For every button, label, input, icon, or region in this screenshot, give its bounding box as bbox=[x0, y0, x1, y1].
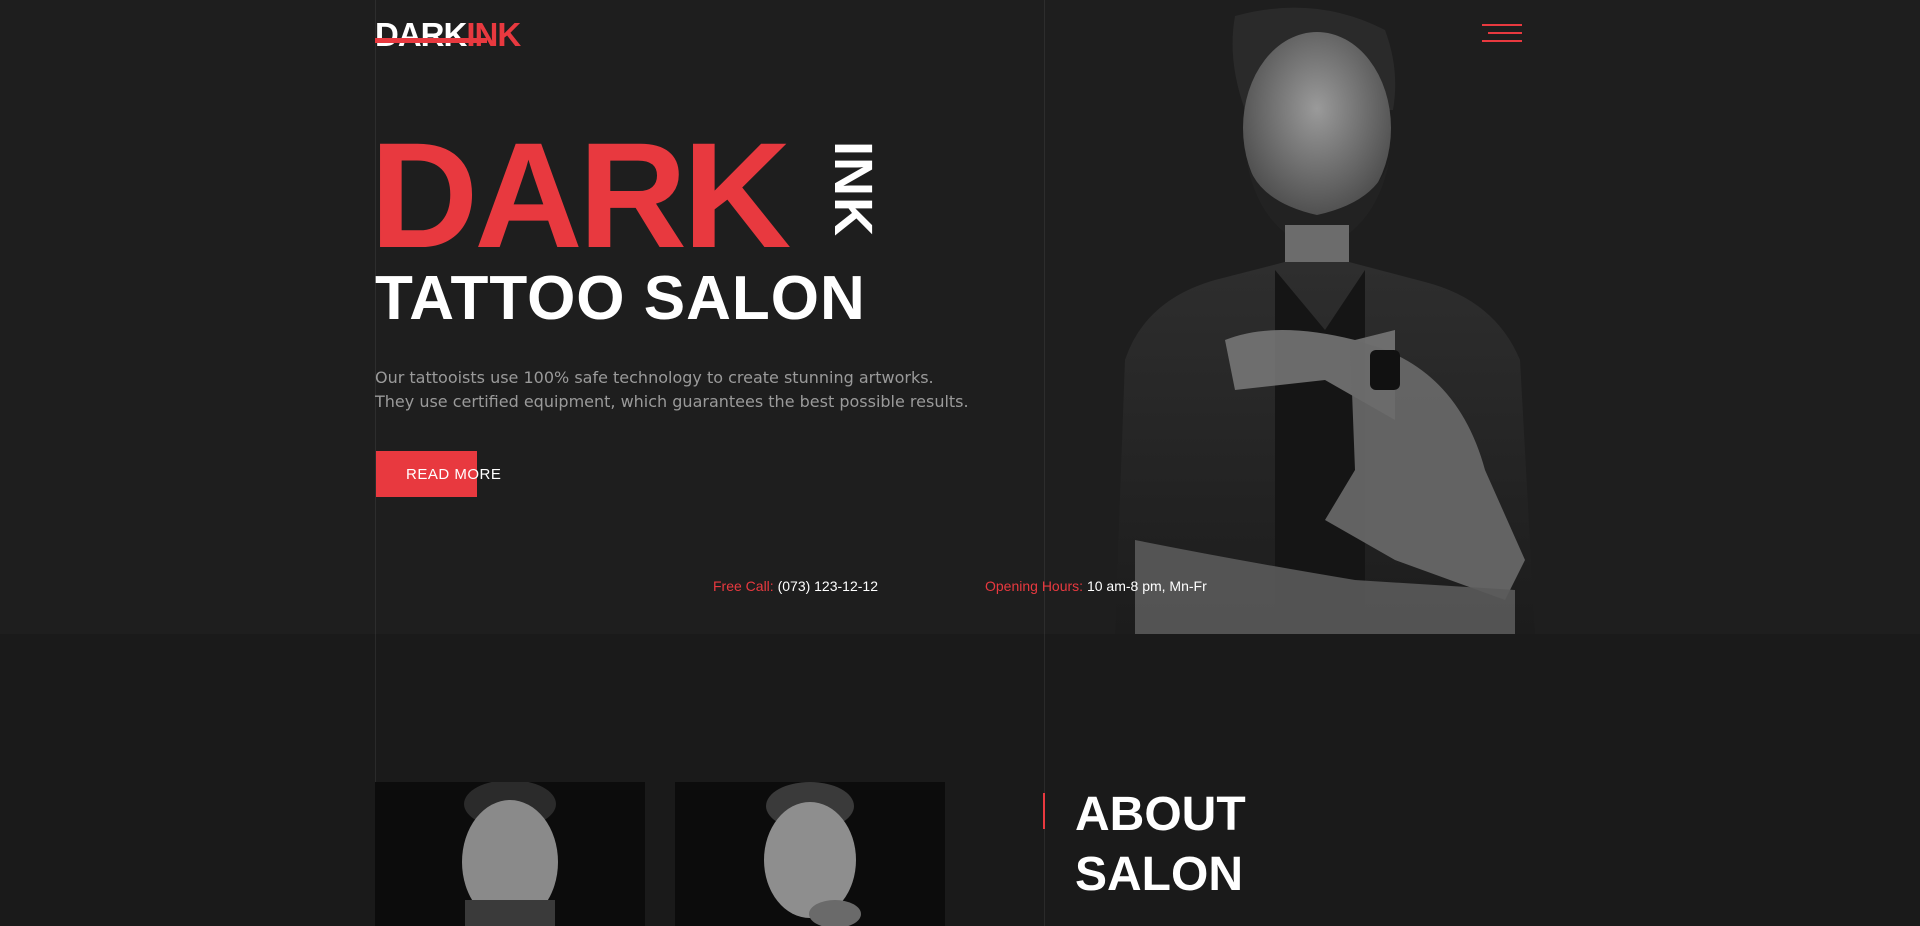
logo-text-ink: INK bbox=[466, 16, 521, 53]
hero-section bbox=[0, 0, 1920, 634]
about-title-line2: SALON bbox=[1075, 848, 1243, 901]
hero-title-dark: DARK bbox=[370, 111, 791, 279]
about-section bbox=[0, 634, 1920, 926]
opening-hours-info: Opening Hours: 10 am-8 pm, Mn-Fr bbox=[985, 578, 1207, 594]
logo-text-dark: DARK bbox=[375, 16, 467, 53]
hero-title-ink: INK bbox=[823, 141, 883, 237]
hero-subtitle: TATTOO SALON bbox=[375, 264, 866, 333]
hero-description-line: They use certified equipment, which guar… bbox=[375, 392, 969, 411]
free-call-label: Free Call: bbox=[713, 578, 774, 594]
team-member-photo-1[interactable] bbox=[375, 782, 645, 926]
opening-hours-value: 10 am-8 pm, Mn-Fr bbox=[1086, 578, 1207, 594]
read-more-label: READ MORE bbox=[406, 466, 502, 483]
team-member-photo-2[interactable] bbox=[675, 782, 945, 926]
hero-description-line: Our tattooists use 100% safe technology … bbox=[375, 368, 934, 387]
site-logo[interactable]: DARKINK bbox=[375, 16, 521, 53]
about-accent-bar bbox=[1043, 793, 1045, 829]
hero-description: Our tattooists use 100% safe technology … bbox=[375, 366, 975, 414]
hero-tattoo-artist-photo bbox=[1115, 7, 1535, 634]
opening-hours-label: Opening Hours: bbox=[985, 578, 1084, 594]
team-member-1-image bbox=[375, 782, 645, 926]
hero-title-ink-vertical: INK bbox=[823, 134, 883, 244]
team-member-2-image bbox=[675, 782, 945, 926]
menu-bar bbox=[1488, 32, 1522, 34]
hamburger-menu-icon[interactable] bbox=[1482, 24, 1522, 46]
menu-bar bbox=[1482, 24, 1522, 26]
about-title: ABOUT SALON bbox=[1075, 785, 1246, 905]
menu-bar bbox=[1482, 40, 1522, 42]
grid-line bbox=[1044, 0, 1045, 926]
free-call-number[interactable]: (073) 123-12-12 bbox=[778, 578, 878, 594]
free-call-info: Free Call: (073) 123-12-12 bbox=[713, 578, 878, 594]
about-title-line1: ABOUT bbox=[1075, 788, 1246, 841]
logo-slash bbox=[375, 38, 487, 43]
read-more-button[interactable]: READ MORE bbox=[376, 451, 501, 497]
